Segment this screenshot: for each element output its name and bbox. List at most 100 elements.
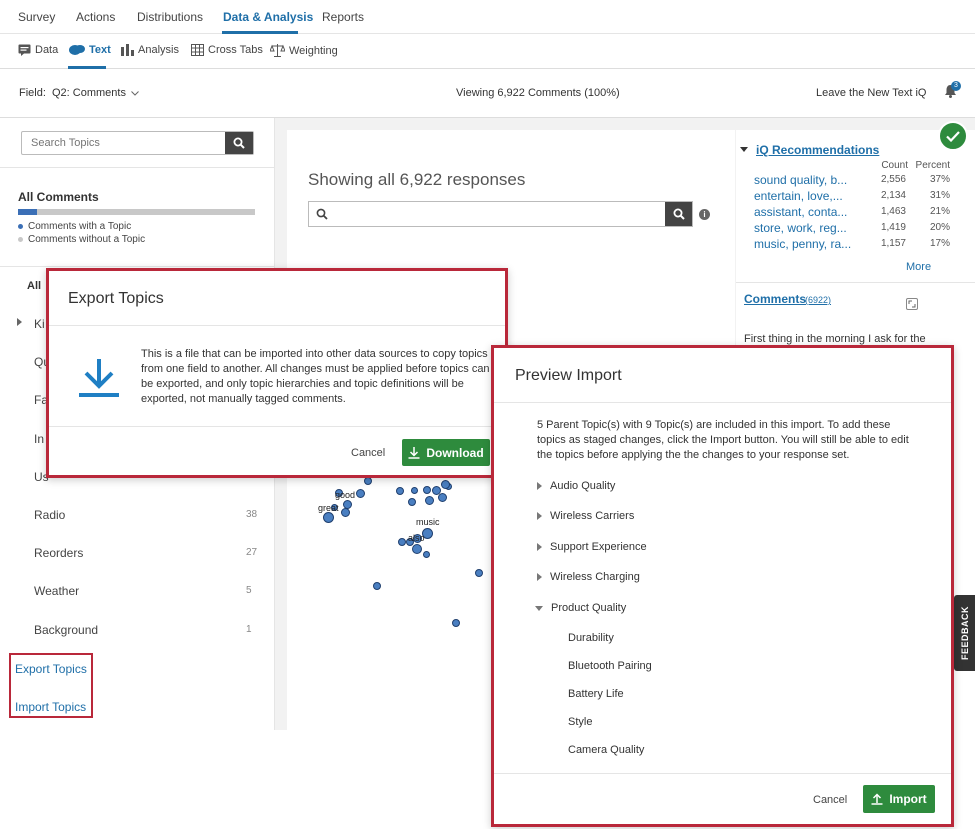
percent-header: Percent xyxy=(915,160,950,171)
topic-row-background[interactable]: Background xyxy=(34,623,98,637)
export-cancel-button[interactable]: Cancel xyxy=(351,447,385,459)
import-cancel-button[interactable]: Cancel xyxy=(813,794,847,806)
subnav-analysis[interactable]: Analysis xyxy=(121,44,179,56)
feedback-tab[interactable]: FEEDBACK xyxy=(954,595,975,671)
bubble-label-good: good xyxy=(335,490,356,500)
recommendation-item[interactable]: store, work, reg... xyxy=(754,221,847,235)
nav-data-analysis[interactable]: Data & Analysis xyxy=(223,10,313,24)
chevron-right-icon[interactable] xyxy=(17,318,22,326)
more-link[interactable]: More xyxy=(906,261,931,273)
parent-topic-label: Wireless Charging xyxy=(550,571,640,583)
child-topic-battery-life: Battery Life xyxy=(568,688,624,700)
import-button[interactable]: Import xyxy=(863,785,935,813)
nav-reports[interactable]: Reports xyxy=(322,10,364,24)
count-header: Count xyxy=(881,160,908,171)
bubble[interactable] xyxy=(438,493,447,502)
bubble[interactable] xyxy=(441,480,450,489)
chevron-down-icon xyxy=(131,90,139,96)
topic-row-weather[interactable]: Weather xyxy=(34,584,79,598)
field-label: Field: xyxy=(19,87,46,99)
bubble[interactable] xyxy=(411,487,418,494)
topic-row-radio[interactable]: Radio xyxy=(34,508,65,522)
info-icon[interactable]: i xyxy=(699,209,710,220)
parent-topic-wireless-carriers[interactable]: Wireless Carriers xyxy=(537,510,634,522)
nav-distributions[interactable]: Distributions xyxy=(137,10,203,24)
topic-row-reorders[interactable]: Reorders xyxy=(34,546,83,560)
parent-topic-audio-quality[interactable]: Audio Quality xyxy=(537,480,615,492)
subnav-data[interactable]: Data xyxy=(18,44,58,56)
topic-search-input[interactable] xyxy=(22,132,225,154)
response-search-input[interactable] xyxy=(335,202,665,226)
responses-heading: Showing all 6,922 responses xyxy=(308,170,526,189)
topic-row-partial[interactable]: Ki xyxy=(34,317,45,331)
bubble[interactable] xyxy=(452,619,460,627)
divider xyxy=(0,266,275,267)
scale-icon xyxy=(270,44,285,57)
comments-count: (6922) xyxy=(805,295,832,305)
child-topic-durability: Durability xyxy=(568,632,614,644)
parent-topic-label: Audio Quality xyxy=(550,480,616,492)
topic-row-partial[interactable]: In xyxy=(34,432,44,446)
response-search-button[interactable] xyxy=(665,202,692,226)
import-topics-link[interactable]: Import Topics xyxy=(15,700,86,714)
data-icon xyxy=(18,44,31,56)
notifications-button[interactable]: 3 xyxy=(944,81,961,100)
legend-without-topic: Comments without a Topic xyxy=(18,234,145,245)
legend-with-label: Comments with a Topic xyxy=(28,221,132,232)
bubble[interactable] xyxy=(423,551,430,558)
leave-text-iq-link[interactable]: Leave the New Text iQ xyxy=(816,87,926,99)
child-topic-camera-quality: Camera Quality xyxy=(568,744,645,756)
export-topics-modal: Export Topics This is a file that can be… xyxy=(46,268,508,478)
bubble[interactable] xyxy=(412,544,422,554)
bubble[interactable] xyxy=(373,582,381,590)
rec-percent: 37% xyxy=(929,174,950,185)
nav-survey[interactable]: Survey xyxy=(18,10,55,24)
all-topics-label: All xyxy=(27,280,42,292)
recommendation-item[interactable]: assistant, conta... xyxy=(754,205,847,219)
divider xyxy=(494,402,951,403)
bubble[interactable] xyxy=(364,477,372,485)
export-import-highlight: Export Topics Import Topics xyxy=(9,653,93,718)
response-search xyxy=(308,201,693,227)
bubble[interactable] xyxy=(398,538,406,546)
download-button[interactable]: Download xyxy=(402,439,490,466)
parent-topic-wireless-charging[interactable]: Wireless Charging xyxy=(537,571,640,583)
parent-topic-support-experience[interactable]: Support Experience xyxy=(537,541,647,553)
divider xyxy=(736,282,975,283)
child-topic-bluetooth-pairing: Bluetooth Pairing xyxy=(568,660,652,672)
bubble[interactable] xyxy=(396,487,404,495)
nav-actions[interactable]: Actions xyxy=(76,10,115,24)
bubble[interactable] xyxy=(423,486,431,494)
parent-topic-product-quality[interactable]: Product Quality xyxy=(535,602,626,614)
subnav-text-label: Text xyxy=(89,44,111,56)
recommendation-item[interactable]: music, penny, ra... xyxy=(754,237,851,251)
bubble[interactable] xyxy=(323,512,334,523)
parent-topic-label: Product Quality xyxy=(551,602,627,614)
field-dropdown[interactable]: Q2: Comments xyxy=(52,87,139,99)
divider xyxy=(49,426,505,427)
subnav-text[interactable]: Text xyxy=(69,44,111,56)
bubble[interactable] xyxy=(408,498,416,506)
comments-title[interactable]: Comments xyxy=(744,292,806,306)
subnav-weighting-label: Weighting xyxy=(289,44,338,57)
subnav-cross-tabs[interactable]: Cross Tabs xyxy=(191,44,263,56)
bubble[interactable] xyxy=(425,496,434,505)
legend-dot-gray xyxy=(18,237,23,242)
subnav-weighting[interactable]: Weighting xyxy=(270,44,338,57)
caret-down-icon[interactable] xyxy=(740,147,748,152)
search-icon xyxy=(316,208,328,220)
export-topics-link[interactable]: Export Topics xyxy=(15,662,87,676)
search-icon xyxy=(233,137,245,149)
check-icon[interactable] xyxy=(938,121,968,151)
bubble[interactable] xyxy=(356,489,365,498)
recommendation-item[interactable]: sound quality, b... xyxy=(754,173,847,187)
field-value: Q2: Comments xyxy=(52,87,126,99)
bubble[interactable] xyxy=(475,569,483,577)
bubble[interactable] xyxy=(341,508,350,517)
topic-search-button[interactable] xyxy=(225,132,253,154)
expand-icon[interactable] xyxy=(906,298,918,310)
topic-count: 5 xyxy=(246,585,252,596)
rec-count: 2,556 xyxy=(880,174,906,185)
iq-recommendations-title[interactable]: iQ Recommendations xyxy=(756,143,879,157)
recommendation-item[interactable]: entertain, love,... xyxy=(754,189,843,203)
